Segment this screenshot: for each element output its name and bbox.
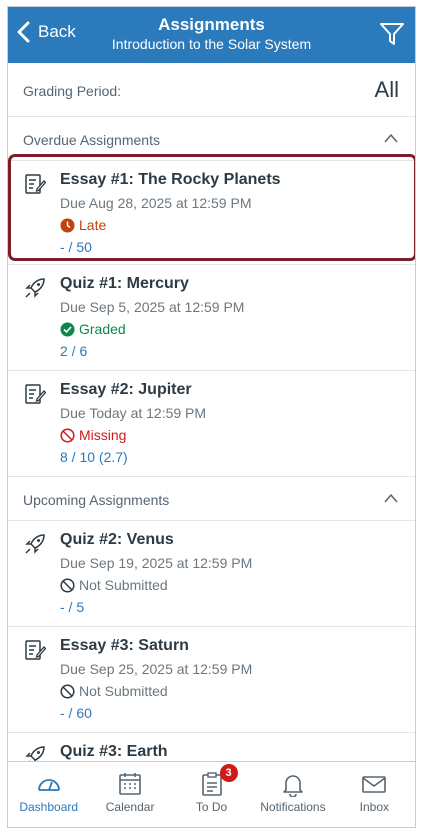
- inbox-icon: [362, 776, 387, 793]
- course-subtitle: Introduction to the Solar System: [111, 36, 312, 52]
- clock-icon: [60, 218, 75, 232]
- dashboard-icon: [37, 779, 60, 791]
- status-label: Graded: [79, 321, 126, 337]
- chevron-up-icon[interactable]: [383, 132, 399, 144]
- assignment-name: Quiz #3: Earth: [60, 743, 168, 760]
- tab-dashboard[interactable]: Dashboard: [8, 762, 89, 827]
- filter-icon[interactable]: [379, 21, 405, 47]
- status-label: Missing: [79, 427, 127, 443]
- app-frame: Back Assignments Introduction to the Sol…: [7, 6, 416, 828]
- quiz-icon: [25, 534, 45, 554]
- tab-label: Dashboard: [19, 800, 79, 814]
- status-label: Late: [79, 217, 107, 233]
- not-submitted-icon: [60, 577, 75, 593]
- tab-bar: Dashboard Calendar 3 To Do Notifications…: [8, 761, 415, 827]
- due-date: Due Sep 25, 2025 at 12:59 PM: [60, 661, 253, 677]
- calendar-icon: [119, 773, 141, 795]
- assignment-row[interactable]: Essay #2: Jupiter Due Today at 12:59 PM …: [8, 371, 415, 477]
- score: 8 / 10 (2.7): [60, 449, 128, 465]
- due-date: Due Aug 28, 2025 at 12:59 PM: [60, 195, 252, 211]
- tab-label: Calendar: [105, 800, 155, 814]
- score: - / 60: [60, 705, 92, 721]
- status-badge: Graded: [60, 321, 126, 337]
- bell-icon: [283, 775, 303, 797]
- grading-period-value[interactable]: All: [375, 77, 399, 103]
- assignment-icon: [25, 174, 46, 194]
- todo-count-badge: 3: [219, 764, 238, 782]
- check-circle-icon: [60, 322, 75, 336]
- tab-label: Notifications: [260, 800, 326, 814]
- section-title: Upcoming Assignments: [23, 492, 170, 508]
- score: 2 / 6: [60, 343, 88, 359]
- tab-calendar[interactable]: Calendar: [89, 762, 170, 827]
- due-date: Due Sep 19, 2025 at 12:59 PM: [60, 555, 253, 571]
- tab-notifications[interactable]: Notifications: [252, 762, 333, 827]
- assignment-icon: [25, 384, 46, 404]
- status-badge: Late: [60, 217, 106, 233]
- due-date: Due Sep 5, 2025 at 12:59 PM: [60, 299, 245, 315]
- section-header-overdue[interactable]: Overdue Assignments: [8, 117, 415, 161]
- assignment-icon: [25, 640, 46, 660]
- missing-icon: [60, 427, 75, 443]
- section-title: Overdue Assignments: [23, 132, 160, 148]
- assignment-name: Essay #3: Saturn: [60, 637, 189, 654]
- score: - / 5: [60, 599, 85, 615]
- assignment-row[interactable]: Essay #1: The Rocky Planets Due Aug 28, …: [8, 161, 415, 265]
- assignment-row[interactable]: Quiz #1: Mercury Due Sep 5, 2025 at 12:5…: [8, 265, 415, 371]
- status-label: Not Submitted: [79, 577, 168, 593]
- assignment-name: Essay #2: Jupiter: [60, 381, 192, 398]
- status-badge: Not Submitted: [60, 683, 168, 699]
- due-date: Due Today at 12:59 PM: [60, 405, 207, 421]
- tab-label: Inbox: [359, 800, 389, 814]
- assignment-row[interactable]: Quiz #2: Venus Due Sep 19, 2025 at 12:59…: [8, 521, 415, 627]
- status-label: Not Submitted: [79, 683, 168, 699]
- status-badge: Missing: [60, 427, 126, 443]
- tab-label: To Do: [195, 800, 228, 814]
- not-submitted-icon: [60, 683, 75, 699]
- tab-inbox[interactable]: Inbox: [334, 762, 415, 827]
- assignment-name: Quiz #1: Mercury: [60, 275, 189, 292]
- section-header-upcoming[interactable]: Upcoming Assignments: [8, 477, 415, 521]
- grading-period-row[interactable]: Grading Period: All: [8, 63, 415, 117]
- tab-todo[interactable]: 3 To Do: [171, 762, 252, 827]
- assignment-row[interactable]: Essay #3: Saturn Due Sep 25, 2025 at 12:…: [8, 627, 415, 733]
- navigation-bar: Back Assignments Introduction to the Sol…: [8, 7, 415, 63]
- status-badge: Not Submitted: [60, 577, 168, 593]
- assignment-name: Quiz #2: Venus: [60, 531, 174, 548]
- assignment-name: Essay #1: The Rocky Planets: [60, 171, 281, 188]
- quiz-icon: [25, 278, 45, 298]
- page-title: Assignments: [158, 15, 265, 34]
- grading-period-label: Grading Period:: [23, 83, 122, 99]
- score: - / 50: [60, 239, 92, 255]
- chevron-up-icon[interactable]: [383, 492, 399, 504]
